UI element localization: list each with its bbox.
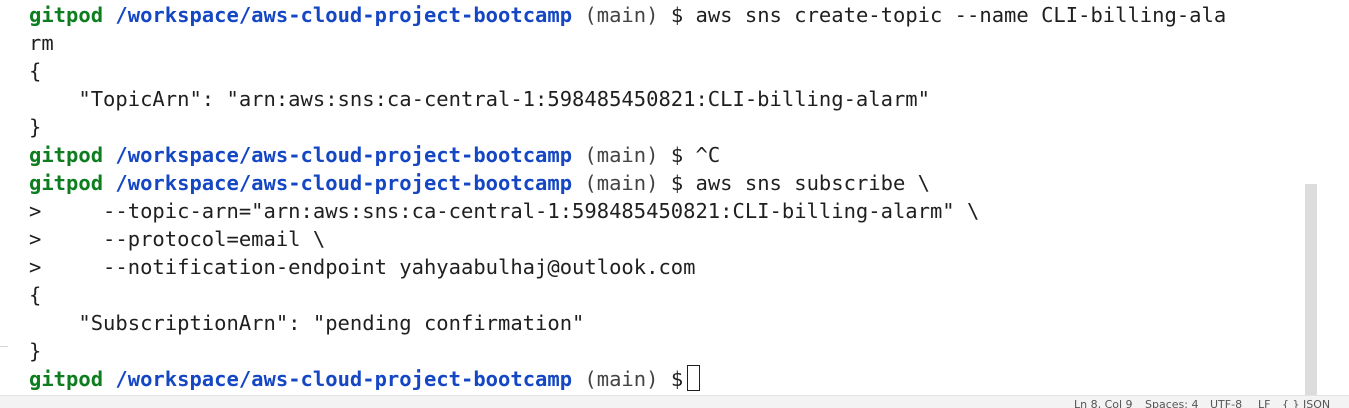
prompt-symbol: $ [670,171,684,195]
terminal-cursor[interactable] [687,365,701,391]
prompt-user: gitpod [29,3,104,27]
terminal-scrollbar-thumb[interactable] [1305,184,1317,395]
status-bar: Ln 8, Col 9 Spaces: 4 UTF-8 LF { } JSON [0,395,1349,408]
json-open-brace: { [29,59,42,83]
prompt-branch: (main) [584,143,659,167]
panel-edge-divider [0,346,8,347]
command-text: aws sns create-topic --name CLI-billing-… [683,3,1227,27]
prompt-line: gitpod /workspace/aws-cloud-project-boot… [29,169,930,197]
command-wrap-text: rm [29,31,54,55]
prompt-path: /workspace/aws-cloud-project-bootcamp [115,3,573,27]
prompt-path: /workspace/aws-cloud-project-bootcamp [115,367,573,391]
prompt-symbol: $ [670,143,684,167]
json-close-brace: } [29,339,42,363]
prompt-user: gitpod [29,143,104,167]
prompt-branch: (main) [584,367,659,391]
command-text: ^C [683,143,721,167]
prompt-branch: (main) [584,171,659,195]
continuation-line: > --topic-arn="arn:aws:sns:ca-central-1:… [29,199,980,223]
prompt-path: /workspace/aws-cloud-project-bootcamp [115,143,573,167]
prompt-line: gitpod /workspace/aws-cloud-project-boot… [29,365,701,393]
topic-arn-output: "TopicArn": "arn:aws:sns:ca-central-1:59… [29,87,930,111]
prompt-line: gitpod /workspace/aws-cloud-project-boot… [29,141,720,169]
prompt-line: gitpod /workspace/aws-cloud-project-boot… [29,1,1226,29]
prompt-branch: (main) [584,3,659,27]
prompt-symbol: $ [670,3,684,27]
continuation-line: > --notification-endpoint yahyaabulhaj@o… [29,255,696,279]
json-open-brace: { [29,283,42,307]
json-close-brace: } [29,115,42,139]
prompt-path: /workspace/aws-cloud-project-bootcamp [115,171,573,195]
continuation-line: > --protocol=email \ [29,227,326,251]
subscription-arn-output: "SubscriptionArn": "pending confirmation… [29,311,585,335]
prompt-user: gitpod [29,171,104,195]
terminal-panel[interactable]: gitpod /workspace/aws-cloud-project-boot… [0,0,1304,395]
command-text: aws sns subscribe \ [683,171,930,195]
prompt-symbol: $ [670,367,684,391]
prompt-user: gitpod [29,367,104,391]
